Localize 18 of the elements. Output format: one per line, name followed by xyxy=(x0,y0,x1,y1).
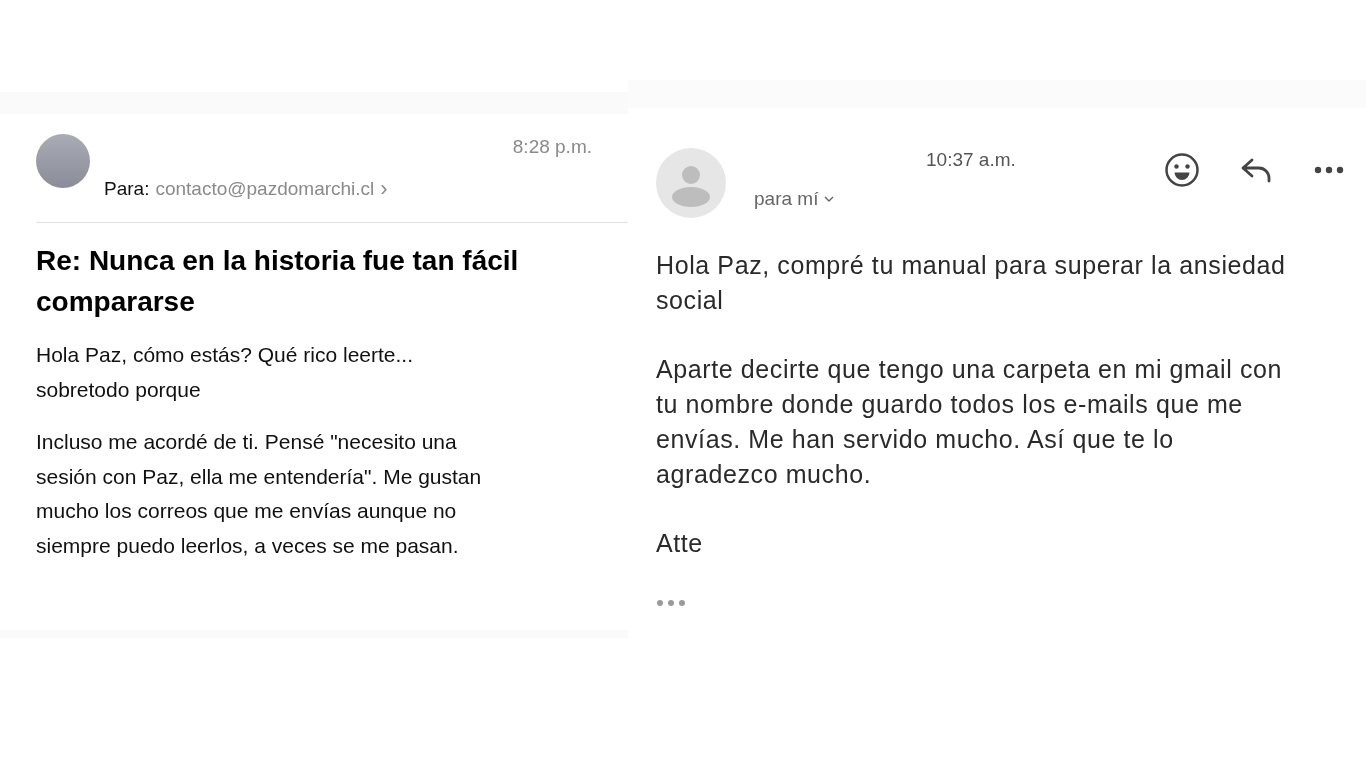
message-paragraph: Atte xyxy=(656,528,704,559)
to-label: Para: xyxy=(104,178,150,200)
avatar xyxy=(656,148,726,218)
message-paragraph: Aparte decirte que tengo una carpeta en mi gmail con tu nombre donde guardo todos los e-mails que me envías. Me han servido mucho. Así que te lo agradezco mucho. xyxy=(656,354,1283,490)
message-paragraph: Hola Paz, cómo estás? Qué rico leerte... sobretodo porque xyxy=(36,342,414,403)
email-subject: Re: Nunca en la historia fue tan fácil compararse xyxy=(36,244,520,319)
message-time: 10:37 a.m. xyxy=(926,149,1016,171)
recipient-toggle[interactable]: para mí xyxy=(754,188,1016,210)
more-content-icon[interactable] xyxy=(656,599,686,607)
more-icon[interactable] xyxy=(1314,166,1344,174)
emoji-icon[interactable] xyxy=(1164,152,1200,188)
message-paragraph: Hola Paz, compré tu manual para superar la ansiedad social xyxy=(656,250,1287,316)
chevron-icon[interactable]: › xyxy=(380,176,388,202)
message-paragraph: Incluso me acordé de ti. Pensé "necesito una sesión con Paz, ella me entendería". Me gustan mucho los correos que me envías aunque no siempre puedo leerlos, a veces se me pasan. xyxy=(36,429,483,559)
recipient-address[interactable]: contacto@pazdomarchi.cl xyxy=(155,178,375,200)
avatar xyxy=(36,134,90,188)
chevron-down-icon xyxy=(824,196,835,202)
message-time: 8:28 p.m. xyxy=(512,136,592,158)
